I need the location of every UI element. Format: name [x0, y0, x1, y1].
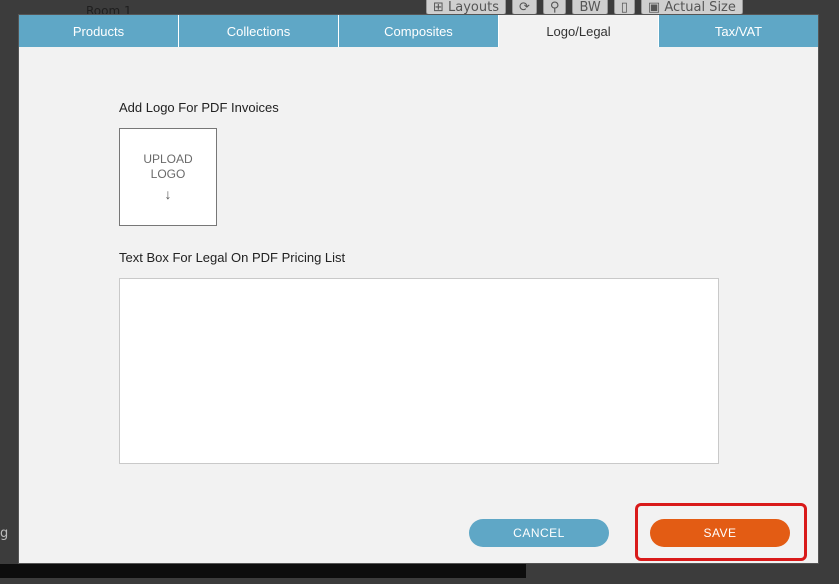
trash-button[interactable]: ▯ — [613, 0, 635, 15]
tab-products[interactable]: Products — [19, 15, 179, 47]
legal-section-label: Text Box For Legal On PDF Pricing List — [119, 250, 346, 265]
refresh-icon: ⟳ — [519, 0, 530, 15]
tab-bar: Products Collections Composites Logo/Leg… — [19, 15, 818, 47]
layouts-button[interactable]: ⊞ Layouts — [426, 0, 506, 15]
logo-section-label: Add Logo For PDF Invoices — [119, 100, 279, 115]
magnify-button[interactable]: ⚲ — [542, 0, 567, 15]
tab-logo-legal[interactable]: Logo/Legal — [499, 15, 659, 47]
save-button[interactable]: SAVE — [650, 519, 790, 547]
edge-glyph: g — [0, 526, 9, 541]
legal-text-input[interactable] — [119, 278, 719, 464]
grid-icon: ⊞ — [433, 0, 449, 15]
actual-size-button[interactable]: ▣ Actual Size — [640, 0, 743, 15]
bw-button[interactable]: BW — [572, 0, 608, 15]
tab-tax-vat[interactable]: Tax/VAT — [659, 15, 818, 47]
bw-icon: BW — [579, 0, 601, 15]
bottom-bar — [0, 564, 526, 578]
settings-dialog: Products Collections Composites Logo/Leg… — [19, 15, 818, 563]
upload-label-line1: UPLOAD — [143, 152, 193, 166]
size-icon: ▣ — [647, 0, 665, 15]
trash-icon: ▯ — [620, 0, 628, 15]
background-toolbar: ⊞ Layouts ⟳ ⚲ BW ▯ ▣ Actual Size — [426, 0, 743, 15]
tab-composites[interactable]: Composites — [339, 15, 499, 47]
upload-label-line2: LOGO — [150, 167, 186, 181]
tab-collections[interactable]: Collections — [179, 15, 339, 47]
refresh-button[interactable]: ⟳ — [512, 0, 537, 15]
arrow-down-icon: ↓ — [164, 186, 172, 202]
cancel-button[interactable]: CANCEL — [469, 519, 609, 547]
magnify-icon: ⚲ — [549, 0, 560, 15]
upload-logo-button[interactable]: UPLOAD LOGO ↓ — [119, 128, 217, 226]
